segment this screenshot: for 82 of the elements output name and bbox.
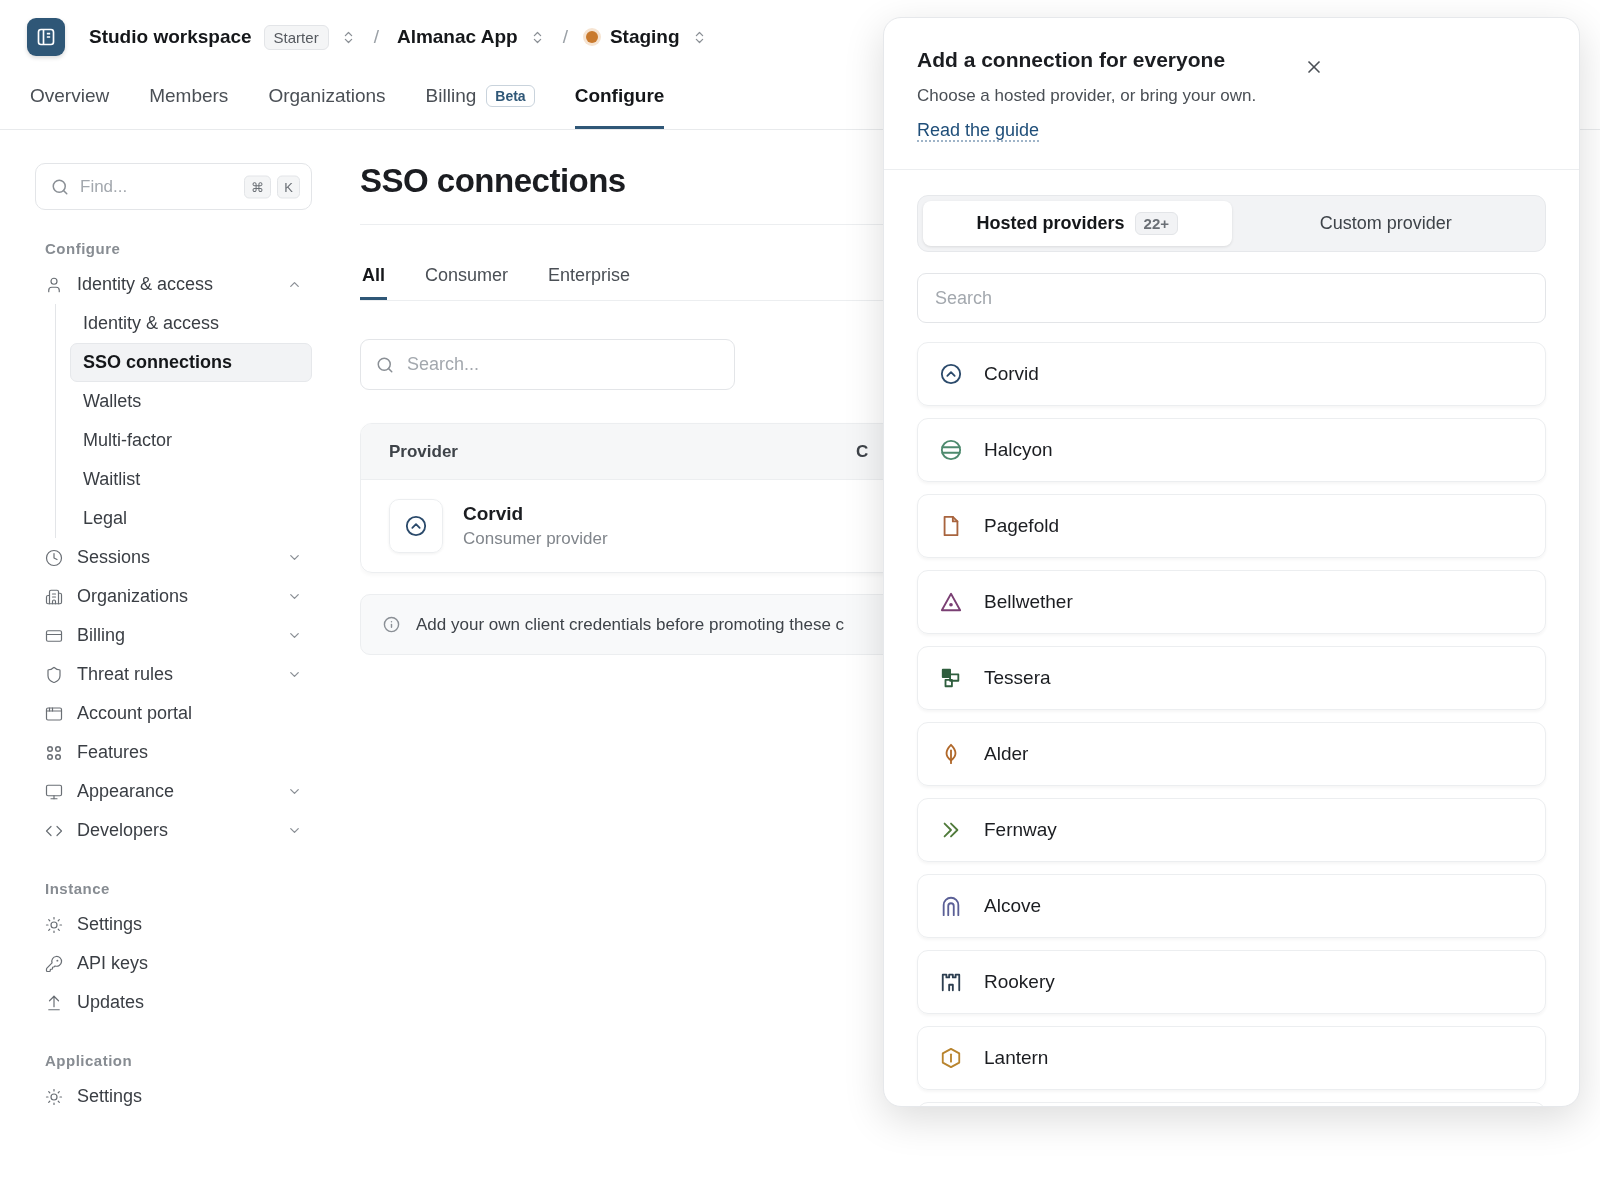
- sidebar-item[interactable]: Features: [35, 733, 312, 772]
- sidebar-item[interactable]: Threat rules: [35, 655, 312, 694]
- app-name[interactable]: Almanac App: [396, 26, 518, 48]
- nav-tab[interactable]: Members: [149, 85, 229, 107]
- provider-name: Corvid: [463, 503, 525, 525]
- provider-row[interactable]: Fernway: [917, 798, 1546, 862]
- shield-icon: [45, 665, 63, 684]
- sidebar-item[interactable]: Settings: [35, 1077, 312, 1116]
- beta-badge: Beta: [486, 85, 535, 107]
- sidebar-subitem[interactable]: Legal: [70, 499, 312, 538]
- sidebar-subitem[interactable]: Waitlist: [70, 460, 312, 499]
- provider-search-field[interactable]: Search: [917, 273, 1546, 323]
- search-icon: [51, 177, 69, 196]
- nav-tab[interactable]: Billing: [425, 85, 477, 107]
- provider-row[interactable]: Pagefold: [917, 494, 1546, 558]
- sidebar-item[interactable]: API keys: [35, 944, 312, 983]
- monitor-icon: [45, 782, 63, 801]
- plan-badge: Starter: [263, 24, 329, 50]
- upload-icon: [45, 993, 63, 1012]
- sidebar-subitem[interactable]: SSO connections: [70, 343, 312, 382]
- page-title: SSO connections: [360, 162, 627, 201]
- shortcut-key: K: [277, 175, 300, 198]
- dots-icon: [45, 743, 63, 762]
- filter-tab[interactable]: Enterprise: [546, 253, 633, 300]
- segment-tab[interactable]: Hosted providers 22+: [923, 201, 1232, 246]
- user-icon: [45, 275, 63, 294]
- sidebar-subitem[interactable]: Multi-factor: [70, 421, 312, 460]
- app-logo[interactable]: [27, 18, 65, 56]
- key-icon: [45, 954, 63, 973]
- building-icon: [45, 587, 63, 606]
- provider-row[interactable]: Bellwether: [917, 570, 1546, 634]
- sidebar-item[interactable]: Identity & access: [35, 265, 312, 304]
- sidebar-item[interactable]: Developers: [35, 811, 312, 850]
- search-field[interactable]: Search...: [360, 339, 735, 390]
- sidebar-item[interactable]: Updates: [35, 983, 312, 1022]
- chevron-circle-icon: [405, 515, 427, 537]
- breadcrumb-separator: /: [373, 26, 379, 48]
- environment-name[interactable]: Staging: [609, 26, 680, 48]
- column-header: C: [856, 441, 870, 462]
- panel-subtitle: Choose a hosted provider, or bring your own.: [917, 86, 1258, 106]
- shortcut-key: ⌘: [244, 175, 272, 198]
- filter-tab[interactable]: All: [360, 253, 387, 300]
- sidebar-item[interactable]: Sessions: [35, 538, 312, 577]
- sidebar-item[interactable]: Account portal: [35, 694, 312, 733]
- nav-tab[interactable]: Overview: [30, 85, 110, 107]
- provider-row[interactable]: Lantern: [917, 1026, 1546, 1090]
- search-icon: [376, 355, 394, 374]
- section-title: Application: [44, 1051, 134, 1071]
- sidebar-item[interactable]: Organizations: [35, 577, 312, 616]
- sidebar-item[interactable]: Billing: [35, 616, 312, 655]
- provider-row[interactable]: Rookery: [917, 950, 1546, 1014]
- panel-title: Add a connection for everyone: [917, 48, 1226, 72]
- sidebar-subitem[interactable]: Wallets: [70, 382, 312, 421]
- provider-row[interactable]: Alcove: [917, 874, 1546, 938]
- provider-row[interactable]: Tessera: [917, 646, 1546, 710]
- provider-row[interactable]: Corvid: [917, 342, 1546, 406]
- settings-icon: [45, 915, 63, 934]
- section-title: Instance: [44, 879, 111, 899]
- info-icon: [383, 616, 400, 633]
- provider-type: Consumer provider: [463, 529, 608, 549]
- segment-label: Hosted providers: [976, 213, 1125, 234]
- segment-tab[interactable]: Custom provider: [1231, 201, 1540, 246]
- provider-row[interactable]: Alder: [917, 722, 1546, 786]
- breadcrumb-separator: /: [562, 26, 568, 48]
- count-badge: 22+: [1134, 212, 1178, 235]
- section-title: Configure: [44, 239, 122, 259]
- sidebar-item[interactable]: Appearance: [35, 772, 312, 811]
- column-header: Provider: [389, 441, 459, 462]
- segment-label: Custom provider: [1319, 213, 1452, 234]
- settings-icon: [45, 1087, 63, 1106]
- provider-row[interactable]: Halcyon: [917, 418, 1546, 482]
- notice-text: Add your own client credentials before promoting these c: [416, 614, 845, 635]
- guide-link[interactable]: Read the guide: [917, 120, 1040, 141]
- clock-icon: [45, 548, 63, 567]
- nav-tab[interactable]: Organizations: [268, 85, 386, 107]
- sidebar-subitem[interactable]: Identity & access: [70, 304, 312, 343]
- nav-tab[interactable]: Configure: [574, 85, 665, 107]
- environment-dot: [585, 31, 598, 43]
- window-icon: [45, 704, 63, 723]
- sidebar-item[interactable]: Settings: [35, 905, 312, 944]
- workspace-name[interactable]: Studio workspace: [89, 26, 252, 48]
- filter-tab[interactable]: Consumer: [423, 253, 511, 300]
